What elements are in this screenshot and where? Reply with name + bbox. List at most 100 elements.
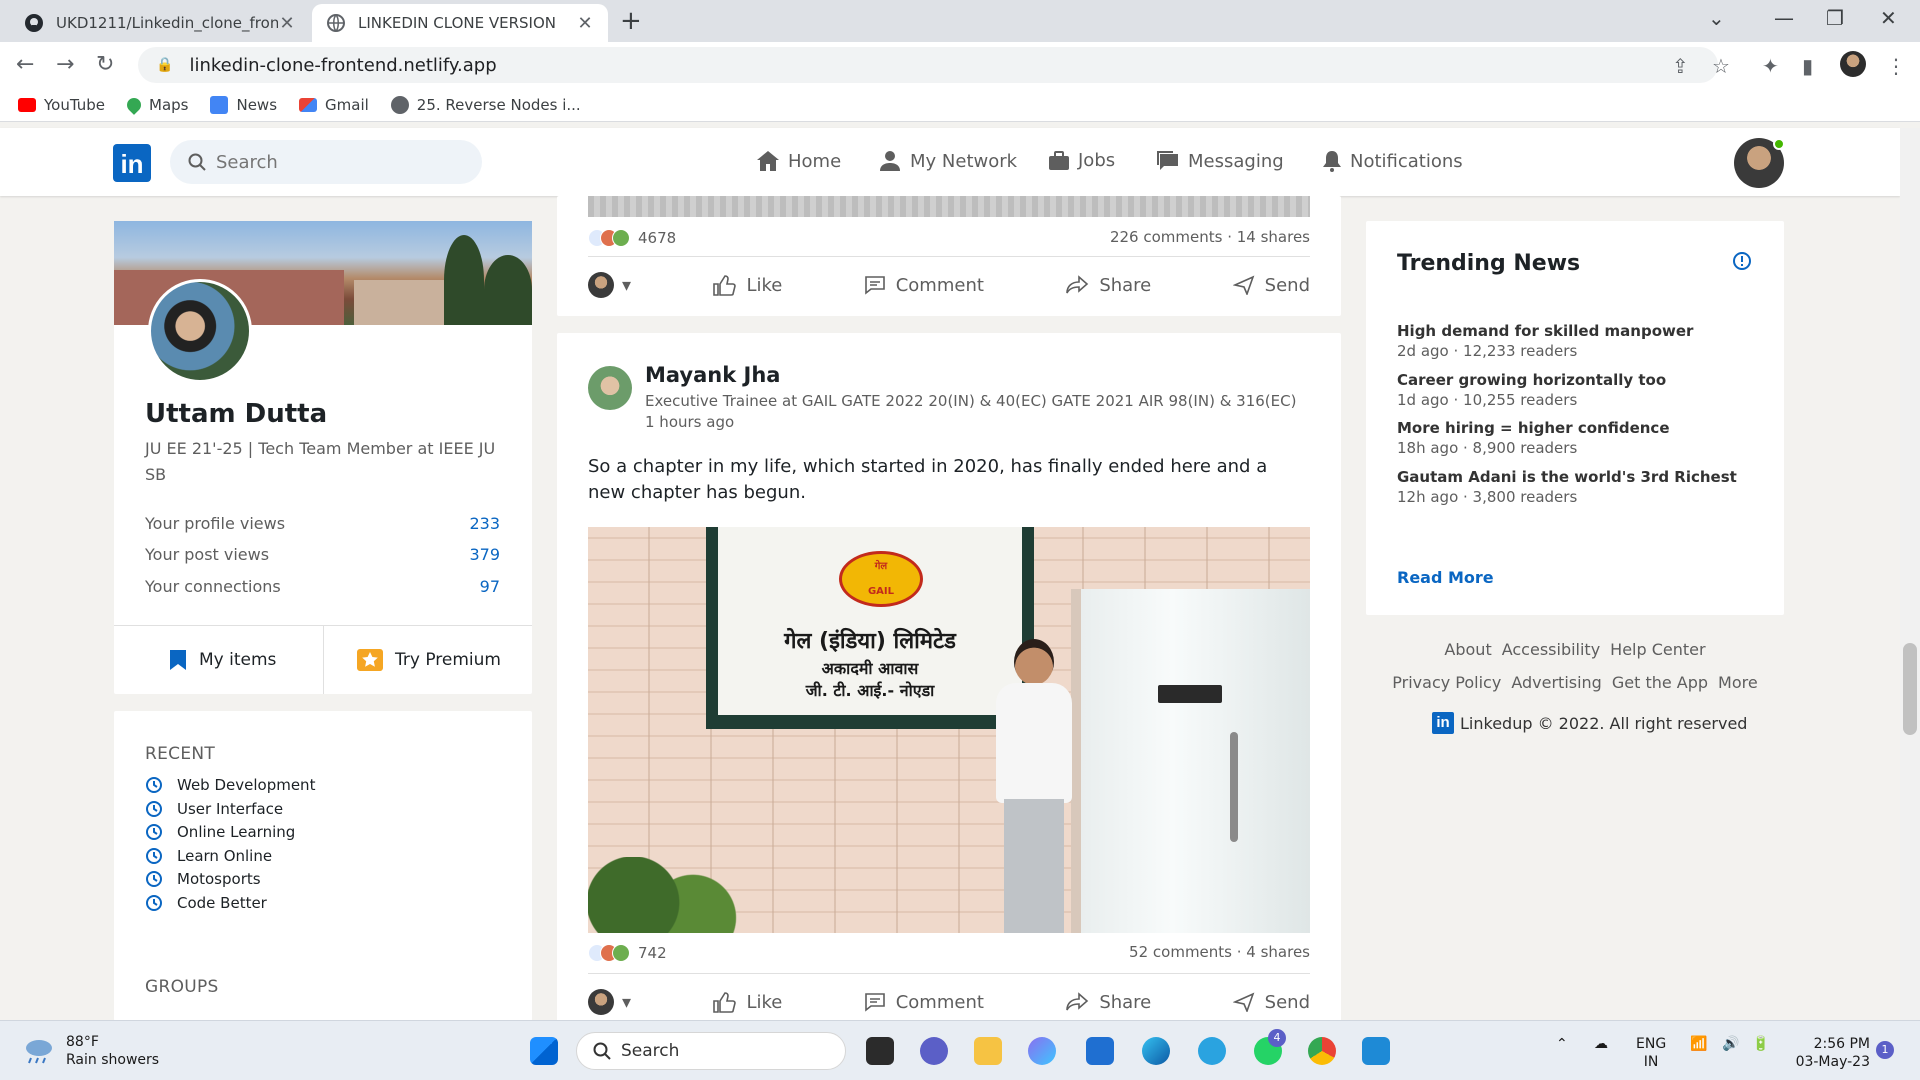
scrollbar-thumb[interactable] <box>1903 643 1917 735</box>
send-button[interactable]: Send <box>1232 275 1310 296</box>
restore-button[interactable]: ❐ <box>1826 6 1844 30</box>
share-button[interactable]: Share <box>1065 275 1151 296</box>
file-explorer-icon[interactable] <box>974 1037 1002 1065</box>
stat-post-views[interactable]: Your post views 379 <box>145 545 500 564</box>
language-indicator[interactable]: ENG IN <box>1636 1035 1666 1071</box>
news-item[interactable]: Career growing horizontally too 1d ago · … <box>1397 371 1757 409</box>
scrollbar[interactable] <box>1900 128 1920 1020</box>
recent-item[interactable]: Code Better <box>145 894 267 912</box>
footer-link-privacy[interactable]: Privacy Policy <box>1392 673 1501 692</box>
tab-linkedin-clone[interactable]: LINKEDIN CLONE VERSION ✕ <box>312 4 608 42</box>
side-panel-icon[interactable]: ▮ <box>1802 54 1813 78</box>
volume-icon[interactable]: 🔊 <box>1722 1035 1739 1053</box>
like-button[interactable]: Like <box>712 991 782 1013</box>
try-premium-button[interactable]: Try Premium <box>357 649 501 671</box>
post-text: So a chapter in my life, which started i… <box>588 456 1268 503</box>
vscode-icon[interactable] <box>1362 1037 1390 1065</box>
bookmark-star-icon[interactable]: ☆ <box>1712 54 1730 78</box>
my-items-label: My items <box>199 650 277 670</box>
extensions-icon[interactable]: ✦ <box>1762 54 1779 78</box>
teams-chat-icon[interactable] <box>920 1037 948 1065</box>
start-windows-icon[interactable] <box>530 1037 558 1065</box>
my-items-button[interactable]: My items <box>169 649 276 671</box>
author-avatar[interactable] <box>588 366 632 410</box>
taskbar-search[interactable]: Search <box>576 1032 846 1070</box>
news-item[interactable]: More hiring = higher confidence 18h ago ·… <box>1397 419 1757 457</box>
close-tab-icon[interactable]: ✕ <box>576 13 594 34</box>
footer-link-help-center[interactable]: Help Center <box>1610 640 1705 659</box>
like-button[interactable]: Like <box>712 274 782 296</box>
reaction-as-selector[interactable]: ▾ <box>588 989 631 1015</box>
nav-my-network[interactable]: My Network <box>878 150 1017 172</box>
bookmark-news[interactable]: News <box>210 95 277 114</box>
nav-jobs[interactable]: Jobs <box>1048 150 1115 171</box>
chrome-profile-avatar[interactable] <box>1840 51 1866 77</box>
news-item[interactable]: High demand for skilled manpower 2d ago ·… <box>1397 322 1757 360</box>
footer-link-about[interactable]: About <box>1444 640 1491 659</box>
share-button[interactable]: Share <box>1065 992 1151 1013</box>
tab-github[interactable]: UKD1211/Linkedin_clone_fronten ✕ <box>10 4 310 42</box>
search-bar[interactable] <box>170 140 482 184</box>
footer-link-more[interactable]: More <box>1718 673 1758 692</box>
copilot-icon[interactable] <box>1028 1037 1056 1065</box>
bookmark-maps[interactable]: Maps <box>124 94 188 115</box>
network-tray-icon[interactable]: ☁ <box>1594 1035 1608 1053</box>
new-tab-button[interactable]: + <box>620 6 642 36</box>
tray-overflow-icon[interactable]: ⌃ <box>1556 1035 1568 1053</box>
stat-connections[interactable]: Your connections 97 <box>145 577 500 596</box>
reaction-summary[interactable]: 742 <box>588 943 667 963</box>
address-bar[interactable]: 🔒 linkedin-clone-frontend.netlify.app <box>138 47 1718 83</box>
battery-icon[interactable]: 🔋 <box>1752 1035 1769 1053</box>
tab-search-icon[interactable]: ⌄ <box>1708 6 1725 30</box>
forward-icon[interactable]: → <box>56 52 74 77</box>
bookmark-reverse-nodes[interactable]: 25. Reverse Nodes i... <box>390 95 581 114</box>
profile-photo[interactable] <box>148 279 252 383</box>
minimize-button[interactable]: — <box>1774 6 1794 30</box>
reload-icon[interactable]: ↻ <box>96 52 114 77</box>
clock[interactable]: 2:56 PM 03-May-23 <box>1790 1035 1870 1071</box>
share-icon[interactable]: ⇪ <box>1672 54 1689 78</box>
telegram-icon[interactable] <box>1198 1037 1226 1065</box>
recent-item[interactable]: User Interface <box>145 800 283 818</box>
comments-shares-count[interactable]: 52 comments · 4 shares <box>1129 943 1310 961</box>
linkedin-logo[interactable]: in <box>113 144 151 182</box>
search-input[interactable] <box>216 151 476 173</box>
comment-button[interactable]: Comment <box>864 992 984 1013</box>
chrome-menu-icon[interactable]: ⋮ <box>1886 54 1906 78</box>
recent-item[interactable]: Learn Online <box>145 847 272 865</box>
back-icon[interactable]: ← <box>16 52 34 77</box>
notification-badge[interactable]: 1 <box>1876 1041 1894 1059</box>
recent-item[interactable]: Online Learning <box>145 823 295 841</box>
close-tab-icon[interactable]: ✕ <box>278 13 296 34</box>
post-image[interactable]: गेल GAIL गेल (इंडिया) लिमिटेड अकादमी आवा… <box>588 527 1310 933</box>
footer-link-advertising[interactable]: Advertising <box>1511 673 1602 692</box>
task-view-icon[interactable] <box>866 1037 894 1065</box>
nav-home[interactable]: Home <box>756 150 841 172</box>
stat-profile-views[interactable]: Your profile views 233 <box>145 514 500 533</box>
close-window-button[interactable]: ✕ <box>1880 6 1897 30</box>
author-name[interactable]: Mayank Jha <box>645 363 780 387</box>
reaction-summary[interactable]: 4678 <box>588 228 676 248</box>
comment-button[interactable]: Comment <box>864 275 984 296</box>
edge-icon[interactable] <box>1142 1037 1170 1065</box>
read-more-link[interactable]: Read More <box>1397 568 1494 587</box>
wifi-icon[interactable]: 📶 <box>1690 1035 1707 1053</box>
bookmark-youtube[interactable]: YouTube <box>18 96 105 114</box>
comments-shares-count[interactable]: 226 comments · 14 shares <box>1110 228 1310 246</box>
recent-item[interactable]: Motosports <box>145 870 261 888</box>
nav-messaging[interactable]: Messaging <box>1156 150 1284 172</box>
news-item[interactable]: Gautam Adani is the world's 3rd Richest 1… <box>1397 468 1757 506</box>
recent-item[interactable]: Web Development <box>145 776 315 794</box>
post-image[interactable] <box>588 196 1310 217</box>
weather-widget[interactable]: 88°F Rain showers <box>22 1033 159 1069</box>
nav-notifications[interactable]: Notifications <box>1322 150 1463 172</box>
info-icon[interactable] <box>1732 251 1752 271</box>
bookmark-gmail[interactable]: Gmail <box>299 96 369 114</box>
reaction-as-selector[interactable]: ▾ <box>588 272 631 298</box>
footer-link-get-app[interactable]: Get the App <box>1612 673 1708 692</box>
mail-icon[interactable] <box>1086 1037 1114 1065</box>
chrome-icon[interactable] <box>1308 1037 1336 1065</box>
footer-link-accessibility[interactable]: Accessibility <box>1502 640 1600 659</box>
profile-name[interactable]: Uttam Dutta <box>145 399 327 429</box>
send-button[interactable]: Send <box>1232 992 1310 1013</box>
